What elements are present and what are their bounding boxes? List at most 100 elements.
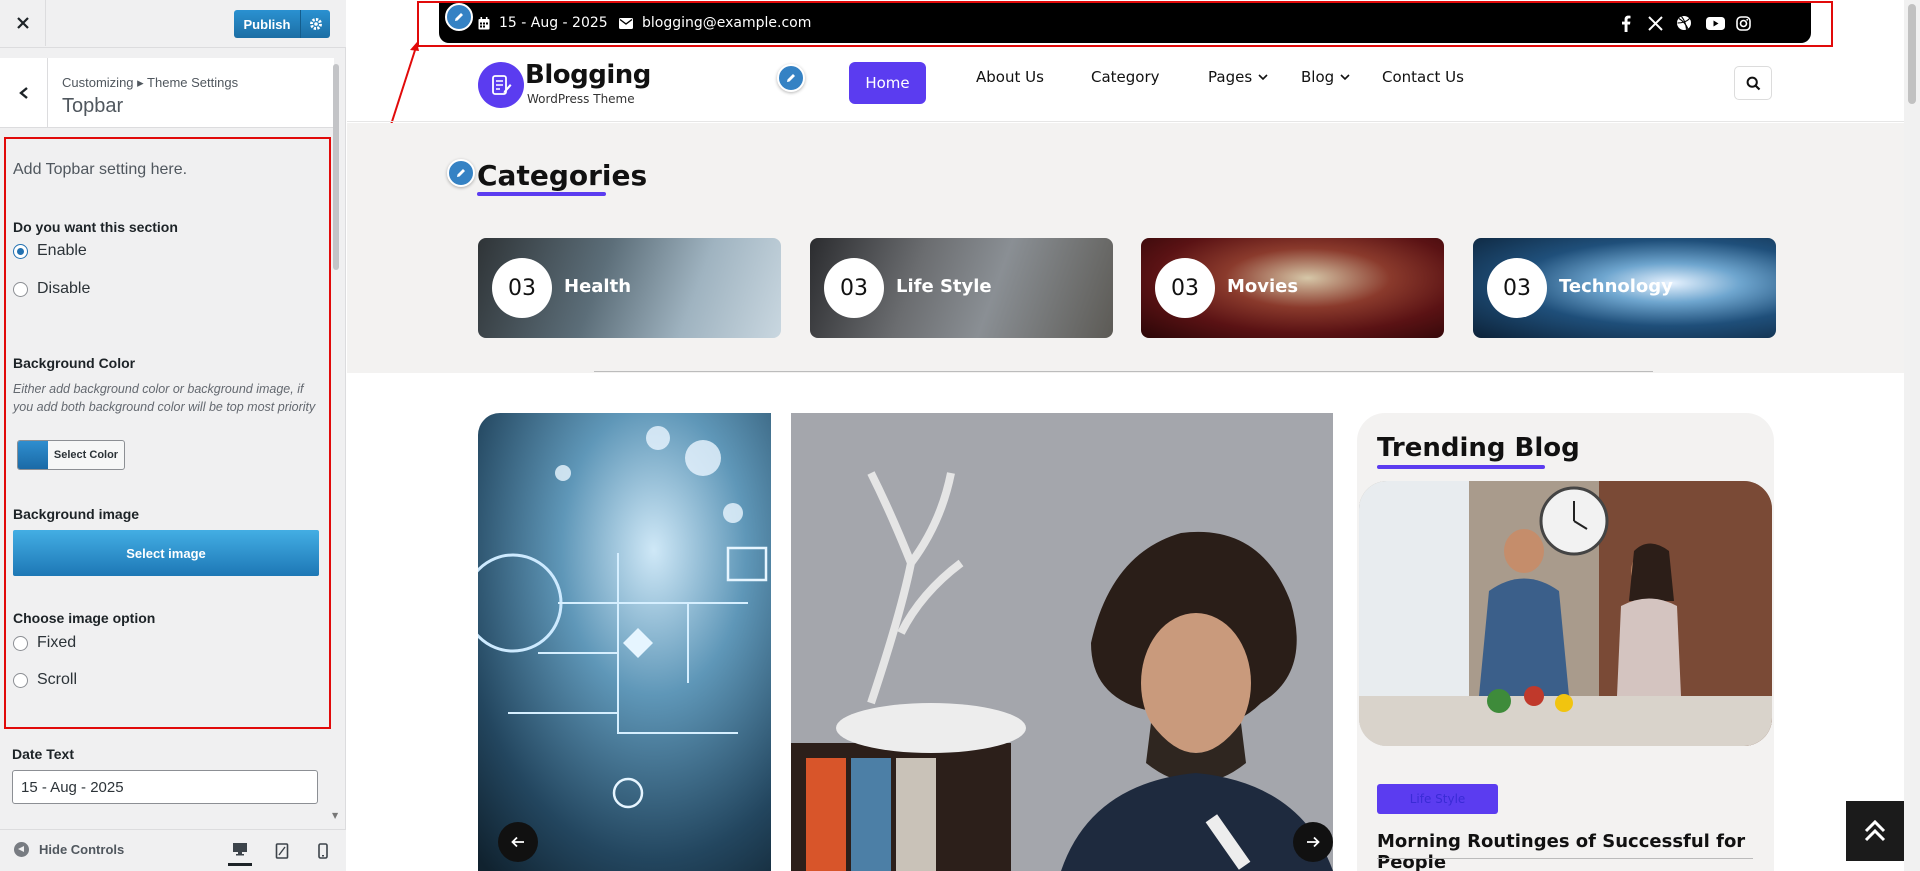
category-name: Life Style [896,276,992,297]
radio-unchecked-icon [13,672,28,688]
topbar-settings-panel: Add Topbar setting here. Do you want thi… [4,137,331,729]
nav-blog-label: Blog [1301,68,1335,86]
scroll-down-arrow-icon[interactable]: ▼ [332,811,338,820]
chevron-down-icon [1258,73,1268,80]
customizer-sidebar: Publish Customizing ▸ Theme Settings Top… [0,0,346,871]
category-count: 03 [492,258,552,318]
category-name: Health [564,276,632,297]
nav-pages[interactable]: Pages [1208,68,1268,86]
preview-scrollbar-thumb[interactable] [1908,4,1916,104]
enable-radio-label: Enable [37,242,87,259]
nav-contact-us-label: Contact Us [1382,68,1464,86]
search-icon [1746,76,1760,90]
pencil-icon [787,74,795,82]
close-icon [16,17,29,29]
category-card-movies[interactable]: 03 Movies [1141,238,1444,338]
radio-unchecked-icon [13,635,28,651]
slider-image-featured[interactable] [791,413,1333,871]
pencil-icon [455,13,463,21]
edit-categories-shortcut[interactable] [447,159,475,187]
category-card-life-style[interactable]: 03 Life Style [810,238,1113,338]
slider-next-button[interactable] [1293,822,1333,862]
fixed-radio-label: Fixed [37,634,77,651]
tablet-icon [275,843,289,859]
close-customizer-button[interactable] [0,0,46,46]
category-card-health[interactable]: 03 Health [478,238,781,338]
site-preview: 15 - Aug - 2025 blogging@example.com Blo… [347,0,1920,871]
section-description: Add Topbar setting here. [13,161,188,178]
nav-about-us-label: About Us [976,68,1044,86]
nav-pages-label: Pages [1208,68,1253,86]
nav-category[interactable]: Category [1091,68,1160,86]
enable-radio[interactable]: Enable [13,242,87,260]
trending-post-title[interactable]: Morning Routinges of Successful for Peop… [1377,831,1774,871]
arrow-right-icon [1307,836,1320,848]
arrow-left-icon [511,836,524,848]
trending-category-badge[interactable]: Life Style [1377,784,1498,814]
nav-about-us[interactable]: About Us [976,68,1044,86]
image-option-label: Choose image option [13,610,156,626]
desktop-preview-button[interactable] [228,834,252,866]
title-underline [477,192,606,196]
breadcrumb: Customizing ▸ Theme Settings [62,75,239,90]
background-color-hint: Either add background color or backgroun… [13,382,316,414]
section-header: Customizing ▸ Theme Settings Topbar [0,58,334,128]
publish-settings-button[interactable] [300,10,330,38]
publish-button[interactable]: Publish [234,10,300,38]
category-count: 03 [824,258,884,318]
customizer-header: Publish [0,0,346,48]
category-count: 03 [1155,258,1215,318]
search-button[interactable] [1734,66,1772,100]
back-button[interactable] [0,58,48,128]
chevron-down-icon [1340,73,1350,80]
trending-post-image[interactable] [1359,481,1772,746]
date-text-input[interactable]: 15 - Aug - 2025 [12,770,318,804]
category-card-technology[interactable]: 03 Technology [1473,238,1776,338]
scroll-radio[interactable]: Scroll [13,671,77,689]
blog-logo-icon[interactable] [478,62,524,108]
slider-prev-button[interactable] [498,822,538,862]
tablet-preview-button[interactable] [270,840,294,862]
trending-title: Trending Blog [1377,433,1580,463]
hide-controls-button[interactable]: Hide Controls [14,842,124,857]
disable-radio-label: Disable [37,280,91,297]
post-divider [1377,858,1753,859]
categories-title: Categories [477,159,648,192]
desktop-icon [233,842,247,855]
category-count: 03 [1487,258,1547,318]
nav-home[interactable]: Home [849,62,926,104]
scroll-radio-label: Scroll [37,671,78,688]
section-title: Topbar [62,95,124,117]
double-chevron-up-icon [1864,819,1886,842]
customizer-footer: Hide Controls [0,829,346,871]
select-image-button[interactable]: Select image [13,530,319,576]
site-title[interactable]: Blogging [525,60,651,90]
sidebar-scrollbar[interactable]: ▼ [330,60,342,820]
scroll-to-top-button[interactable] [1846,801,1904,861]
radio-unchecked-icon [13,281,28,297]
title-underline [1377,465,1545,469]
slider-image-technology[interactable] [478,413,771,871]
color-swatch [18,441,48,469]
mobile-preview-button[interactable] [311,840,335,862]
select-color-button[interactable]: Select Color [17,440,125,470]
collapse-icon [14,842,29,857]
pencil-icon [457,169,465,177]
nav-contact-us[interactable]: Contact Us [1382,68,1464,86]
nav-blog[interactable]: Blog [1301,68,1350,86]
edit-menu-shortcut[interactable] [777,64,805,92]
edit-topbar-shortcut[interactable] [445,3,473,31]
fixed-radio[interactable]: Fixed [13,634,76,652]
trending-blog-widget: Trending Blog Life Style Morning Routing… [1357,413,1774,871]
disable-radio[interactable]: Disable [13,280,90,298]
background-color-label: Background Color [13,355,136,371]
category-name: Technology [1559,276,1673,297]
preview-scrollbar[interactable] [1904,0,1920,871]
scrollbar-thumb[interactable] [333,64,339,270]
chevron-left-icon [18,87,28,99]
site-header: Blogging WordPress Theme Home About Us C… [347,48,1904,122]
section-toggle-label: Do you want this section [13,219,178,235]
categories-section: Categories 03 Health 03 Life Style 03 Mo… [347,123,1904,373]
background-image-label: Background image [13,506,140,522]
hide-controls-label: Hide Controls [39,842,125,857]
